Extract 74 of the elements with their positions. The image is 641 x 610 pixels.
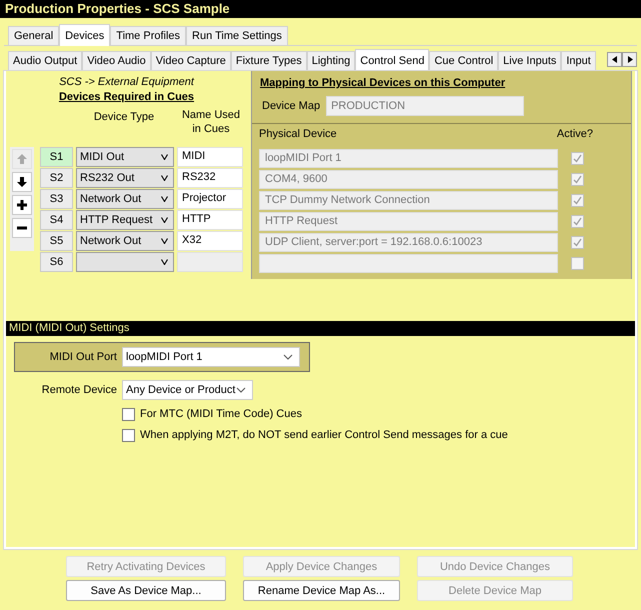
tab[interactable]: Run Time Settings	[186, 26, 288, 45]
tab[interactable]: Input	[561, 51, 596, 70]
tab[interactable]: Control Send	[355, 49, 430, 70]
caret-icon	[161, 259, 168, 265]
name-field[interactable]: MIDI	[177, 147, 243, 167]
column-header: Active?	[556, 128, 593, 142]
device-slot-button[interactable]: S3	[40, 189, 73, 209]
name-field[interactable]: RS232	[177, 168, 243, 188]
device-slot-button[interactable]: S2	[40, 168, 73, 188]
name-field[interactable]: HTTP	[177, 210, 243, 230]
checkbox[interactable]	[122, 408, 135, 420]
tab[interactable]: Video Audio	[82, 51, 151, 70]
chevron-down-icon	[236, 387, 246, 393]
caret-icon	[161, 238, 168, 244]
up-arrow-icon	[16, 153, 28, 165]
device-type-dropdown[interactable]: Network Out	[76, 231, 174, 251]
column-header: Device Type	[92, 111, 156, 123]
device-type-dropdown[interactable]: Network Out	[76, 189, 174, 209]
device-slot-button[interactable]: S5	[40, 231, 73, 251]
tab[interactable]: Lighting	[306, 51, 356, 70]
field-label: MIDI Out Port	[48, 351, 117, 363]
plus-icon	[16, 199, 28, 211]
physical-device-field: TCP Dummy Network Connection	[259, 191, 558, 210]
column-header: Name Used in Cues	[180, 108, 242, 136]
scroll-right-button[interactable]	[622, 52, 637, 67]
down-button[interactable]	[12, 172, 32, 192]
direction-label: SCS -> External Equipment	[58, 76, 196, 90]
field-label: Device Map	[262, 100, 320, 112]
chevron-down-icon	[283, 354, 293, 360]
device-type-dropdown[interactable]: MIDI Out	[76, 147, 174, 167]
field-label: Remote Device	[40, 384, 117, 396]
device-map-field: PRODUCTION	[326, 96, 524, 116]
device-type-dropdown[interactable]: HTTP Request	[76, 210, 174, 230]
device-slot-button[interactable]: S6	[40, 252, 73, 272]
physical-device-field: loopMIDI Port 1	[259, 149, 558, 168]
device-slot-button[interactable]: S1	[40, 147, 73, 167]
checkbox-label: For MTC (MIDI Time Code) Cues	[140, 408, 302, 420]
right-arrow-icon	[626, 56, 632, 63]
midi-out-port-dropdown[interactable]: loopMIDI Port 1	[122, 347, 300, 367]
name-field[interactable]: Projector	[177, 189, 243, 209]
tab[interactable]: General	[8, 26, 60, 45]
section-heading: Devices Required in Cues	[58, 91, 196, 105]
tab[interactable]: Cue Control	[429, 51, 498, 70]
tab[interactable]: Video Capture	[150, 51, 231, 70]
tab[interactable]: Fixture Types	[230, 51, 307, 70]
section-heading: Mapping to Physical Devices on this Computer	[260, 77, 506, 91]
tab[interactable]: Audio Output	[8, 51, 82, 70]
scroll-left-button[interactable]	[607, 52, 622, 67]
left-arrow-icon	[612, 56, 618, 63]
section-header: MIDI (MIDI Out) Settings	[6, 321, 635, 336]
physical-device-field: HTTP Request	[259, 212, 558, 231]
action-button[interactable]: Rename Device Map As...	[243, 580, 400, 601]
action-button[interactable]: Save As Device Map...	[66, 580, 226, 601]
remove-button[interactable]	[12, 218, 32, 238]
tab[interactable]: Live Inputs	[498, 51, 562, 70]
caret-icon	[161, 217, 168, 223]
down-arrow-icon	[16, 176, 28, 188]
device-slot-button[interactable]: S4	[40, 210, 73, 230]
device-type-dropdown[interactable]: RS232 Out	[76, 168, 174, 188]
caret-icon	[161, 175, 168, 181]
name-field[interactable]	[177, 252, 243, 272]
column-header: Physical Device	[259, 128, 337, 142]
checkbox-label: When applying M2T, do NOT send earlier Control Send messages for a cue	[140, 429, 508, 441]
physical-device-field: UDP Client, server:port = 192.168.0.6:10023	[259, 233, 558, 252]
remote-device-dropdown[interactable]: Any Device or Product	[122, 380, 253, 400]
physical-device-field: COM4, 9600	[259, 170, 558, 189]
caret-icon	[161, 196, 168, 202]
caret-icon	[161, 154, 168, 160]
tab[interactable]: Time Profiles	[110, 26, 186, 45]
name-field[interactable]: X32	[177, 231, 243, 251]
tab[interactable]: Devices	[59, 24, 110, 46]
add-button[interactable]	[12, 195, 32, 215]
checkbox[interactable]	[122, 428, 135, 442]
window-title: Production Properties - SCS Sample	[0, 0, 641, 18]
